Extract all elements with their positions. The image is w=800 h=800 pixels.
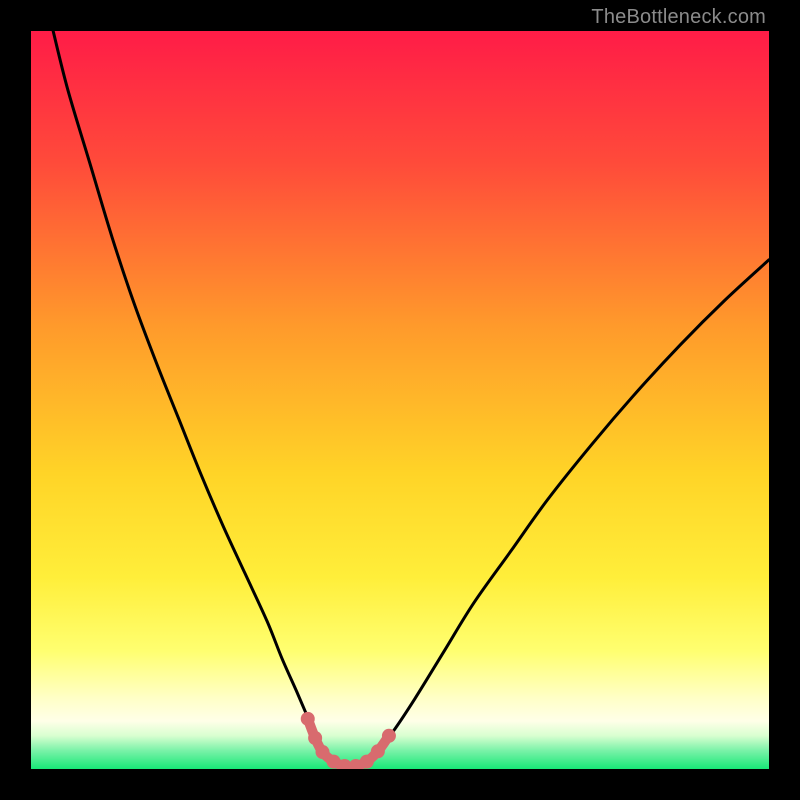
plot-area [31, 31, 769, 769]
chart-frame: TheBottleneck.com [0, 0, 800, 800]
optimal-marker [308, 731, 322, 745]
bottleneck-curve [31, 31, 769, 769]
optimal-marker [382, 729, 396, 743]
optimal-marker [371, 744, 385, 758]
curve-path [53, 31, 769, 767]
optimal-marker [301, 712, 315, 726]
optimal-marker [360, 755, 374, 769]
optimal-marker [316, 745, 330, 759]
watermark-text: TheBottleneck.com [591, 6, 766, 29]
